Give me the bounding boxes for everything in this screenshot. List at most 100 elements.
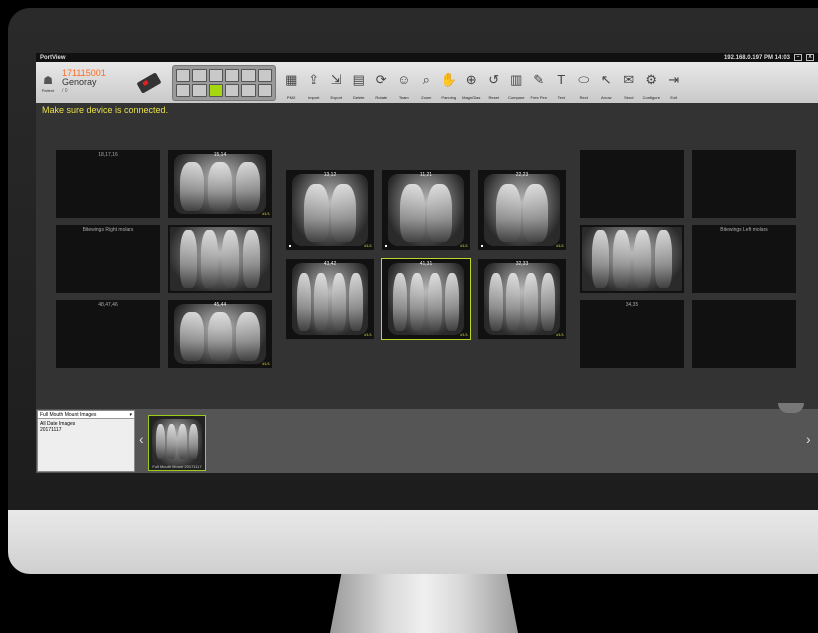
rotate-icon: ⟳ xyxy=(375,71,387,87)
tool-button-magnglas[interactable]: ⊕ MagnGlas xyxy=(460,64,483,102)
mount-layout-selector[interactable] xyxy=(172,64,276,101)
xray-label: 41,31 xyxy=(419,261,433,267)
pmx-icon: ▦ xyxy=(285,71,298,87)
tool-label: Export xyxy=(330,94,343,100)
xray-11-21[interactable]: 11,21 #1/1 xyxy=(382,170,470,250)
tool-button-exit[interactable]: ⇥ Exit xyxy=(663,64,686,102)
tool-button-delete[interactable]: ▤ Delete xyxy=(348,64,371,102)
tool-button-rect[interactable]: ⬭ Rect xyxy=(573,64,596,102)
tool-label: Exit xyxy=(670,94,678,100)
layout-cell[interactable] xyxy=(257,68,272,82)
tool-label: Team xyxy=(398,94,409,100)
xray-tag: #1/1 xyxy=(556,332,564,337)
empty-slot-48-47-46[interactable]: 48,47,46 xyxy=(56,300,160,368)
tool-button-send[interactable]: ✉ Send xyxy=(618,64,641,102)
empty-slot-bitewings-right[interactable]: Bitewings Right molars xyxy=(56,225,160,293)
close-button[interactable]: X xyxy=(806,54,814,61)
tool-button-import[interactable]: ⇪ Import xyxy=(303,64,326,102)
layout-cell[interactable] xyxy=(208,68,223,82)
layout-cell[interactable] xyxy=(224,83,240,97)
magnifier-icon: ⊕ xyxy=(465,71,477,87)
tool-button-compare[interactable]: ▥ Compare xyxy=(505,64,528,102)
layout-cell[interactable] xyxy=(176,68,191,82)
layout-cell[interactable] xyxy=(224,68,240,82)
layout-cell[interactable] xyxy=(176,83,191,97)
slot-label: 48,47,46 xyxy=(98,302,118,308)
tool-button-zoom[interactable]: ⌕ Zoom xyxy=(415,64,438,102)
xray-43-42[interactable]: 43,42 #1/1 xyxy=(286,259,374,339)
xray-label: 22,23 xyxy=(515,172,529,178)
image-browser: Full Mouth Mount Images ▾ All Date Image… xyxy=(36,403,818,473)
tool-button-pmx[interactable]: ▦ PMX xyxy=(280,64,303,102)
tool-label: PMX xyxy=(286,94,296,100)
tool-buttons: ▦ PMX ⇪ Import ⇲ Export ▤ Delete ⟳ Rotate ☺ Team ⌕ Zo… xyxy=(280,64,685,102)
xray-bitewing-left-premolars[interactable] xyxy=(580,225,684,293)
xray-32-33[interactable]: 32,33 #1/1 xyxy=(478,259,566,339)
xray-label: 13,12 xyxy=(323,172,337,178)
layout-cell[interactable] xyxy=(192,68,207,82)
tool-button-arrow[interactable]: ↖ Arrow xyxy=(595,64,618,102)
xray-13-12[interactable]: 13,12 #1/1 xyxy=(286,170,374,250)
layout-cell[interactable] xyxy=(192,83,207,97)
team-icon: ☺ xyxy=(397,71,411,87)
tool-button-reset[interactable]: ↺ Reset xyxy=(483,64,506,102)
tool-label: Zoom xyxy=(421,94,432,100)
xray-41-31-selected[interactable]: 41,31 #1/1 xyxy=(381,258,471,340)
tool-button-free-pen[interactable]: ✎ Free Pen xyxy=(528,64,551,102)
layout-cell-active[interactable] xyxy=(208,83,223,97)
empty-slot-lower-left-molars[interactable] xyxy=(692,300,796,368)
mount-thumbnail[interactable]: Full Mouth Mount 20171117 xyxy=(148,415,206,471)
rect-icon: ⬭ xyxy=(578,71,590,87)
scene: PortView 192.168.0.197 PM 14:03 – X ☗ Pa… xyxy=(0,0,818,633)
app-window: PortView 192.168.0.197 PM 14:03 – X ☗ Pa… xyxy=(36,53,818,473)
tool-button-text[interactable]: T Text xyxy=(550,64,573,102)
xray-bitewing-right[interactable] xyxy=(168,225,272,293)
monitor-chin xyxy=(8,510,818,574)
tool-label: Arrow xyxy=(601,94,612,100)
empty-slot-34-35[interactable]: 34,35 xyxy=(580,300,684,368)
list-item[interactable]: 20171117 xyxy=(40,427,132,433)
xray-45-44[interactable]: 45,44 #1/1 xyxy=(168,300,272,368)
layout-cell[interactable] xyxy=(241,83,256,97)
empty-slot-18-17-16[interactable]: 18,17,16 xyxy=(56,150,160,218)
layout-cell[interactable] xyxy=(241,68,256,82)
tool-label: Import xyxy=(308,94,320,100)
collapse-panel-tab[interactable] xyxy=(778,403,804,413)
tool-label: Rotate xyxy=(375,94,388,100)
patient-name: Genoray xyxy=(62,77,97,87)
empty-slot-upper-left-molars[interactable] xyxy=(692,150,796,218)
xray-tag: #1/1 xyxy=(364,332,372,337)
arrow-icon: ↖ xyxy=(600,71,612,87)
slot-label: 18,17,16 xyxy=(98,152,118,158)
panning-icon: ✋ xyxy=(440,71,457,87)
layout-cell[interactable] xyxy=(257,83,272,97)
date-list: All Date Images 20171117 xyxy=(38,419,134,435)
tool-button-panning[interactable]: ✋ Panning xyxy=(438,64,461,102)
delete-icon: ▤ xyxy=(352,71,365,87)
chevron-left-icon[interactable]: ‹ xyxy=(139,431,144,447)
xray-tag: #1/1 xyxy=(460,332,468,337)
empty-slot-upper-left-premolars[interactable] xyxy=(580,150,684,218)
slot-label: Bitewings Right molars xyxy=(82,227,134,233)
xray-tag: #1/1 xyxy=(556,243,564,248)
thumbnail-caption: Full Mouth Mount 20171117 xyxy=(152,464,202,469)
tool-button-configure[interactable]: ⚙ Configure xyxy=(640,64,663,102)
mount-type-dropdown[interactable]: Full Mouth Mount Images ▾ xyxy=(38,411,134,419)
sensor-device-icon[interactable] xyxy=(134,71,162,94)
empty-slot-bitewings-left[interactable]: Bitewings Left molars xyxy=(692,225,796,293)
tool-button-rotate[interactable]: ⟳ Rotate xyxy=(370,64,393,102)
xray-15-14[interactable]: 15,14 #1/1 xyxy=(168,150,272,218)
minimize-button[interactable]: – xyxy=(794,54,802,61)
chevron-right-icon[interactable]: › xyxy=(806,431,811,447)
tool-button-export[interactable]: ⇲ Export xyxy=(325,64,348,102)
patient-info: 171115001 Genoray / 0 xyxy=(62,69,106,96)
patient-button[interactable]: ☗ Patient xyxy=(40,72,56,94)
xray-22-23[interactable]: 22,23 #1/1 xyxy=(478,170,566,250)
mount-area: 18,17,16 15,14 #1/1 Bitewings Right mola… xyxy=(36,117,818,399)
patient-caption: Patient xyxy=(41,88,55,93)
tool-button-team[interactable]: ☺ Team xyxy=(393,64,416,102)
export-icon: ⇲ xyxy=(330,71,342,87)
ip-time-readout: 192.168.0.197 PM 14:03 xyxy=(723,54,790,61)
status-message: Make sure device is connected. xyxy=(42,105,169,115)
app-title: PortView xyxy=(40,54,66,61)
